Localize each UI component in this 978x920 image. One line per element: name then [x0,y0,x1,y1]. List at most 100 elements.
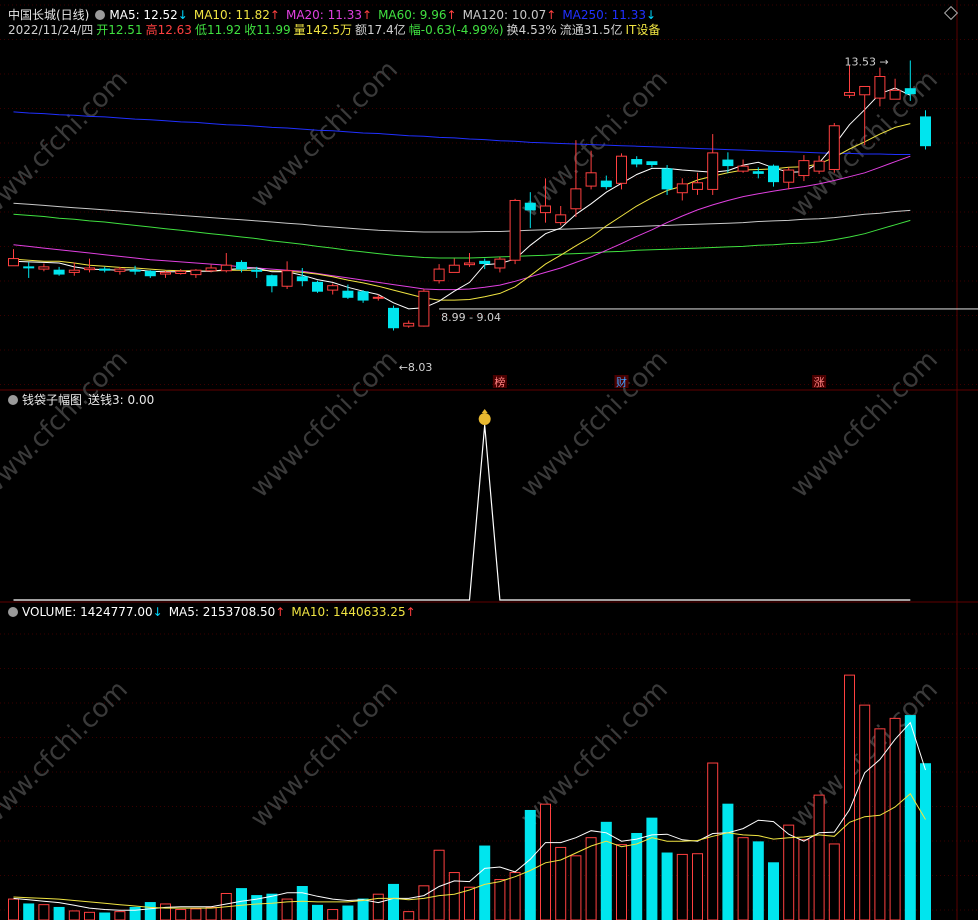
ma-item-5: MA250: 11.33↓ [562,8,656,22]
candle-body [509,199,521,261]
candle [600,175,612,190]
volume-bar [53,906,65,920]
candle-body [737,165,749,172]
stock-chart[interactable]: www.cfchi.com www.cfchi.com www.cfchi.com w… [0,0,978,920]
candle-body [813,160,825,172]
ma-item-label: MA250: 11.33 [562,8,646,22]
candle-body [281,270,293,287]
candle-body [570,188,582,210]
candle [692,172,703,195]
watermark-text: www.cfchi.com [0,345,134,504]
candle-body [205,267,217,272]
volume-bar [236,888,247,920]
candle [828,123,840,173]
indicator-toggle-icon[interactable] [8,395,18,405]
ma-item-1: MA10: 11.82↑ [194,8,280,22]
candle-body [798,160,810,177]
volume-bar [205,906,217,920]
info-item-8: 换4.53% [506,23,557,37]
info-item-4: 收11.99 [244,23,291,37]
volume-bar [889,717,901,920]
stock-name[interactable]: 中国长城(日线) [8,8,89,22]
volume-bar [84,911,95,920]
candle-body [175,270,187,275]
watermark-text: www.cfchi.com [515,345,674,504]
vol-item-1: MA5: 2153708.50↑ [169,605,286,619]
candle [433,264,445,284]
candle [205,264,217,273]
candle-body [327,285,339,291]
candle [479,258,491,270]
volume-bar [570,855,582,920]
watermark-text: www.cfchi.com [785,345,944,504]
candle-body [53,269,65,275]
candle-body [904,88,916,95]
indicator-name[interactable]: 钱袋子幅图 [22,393,82,407]
volume-bar [509,872,521,920]
candle [509,198,521,265]
candle [783,167,795,190]
vol-item-arrow-icon: ↑ [275,605,286,619]
candle [357,290,369,303]
candle [388,305,399,331]
volume-bar [813,794,825,920]
volume-bar [646,817,658,920]
high-price-label: 13.53 → [845,55,889,68]
candle [874,67,886,107]
volume-bar [342,905,354,920]
info-item-0: 2022/11/24/四 [8,23,94,37]
candle [38,263,50,272]
event-marker: 财 [614,375,629,389]
volume-toggle-icon[interactable] [8,607,18,617]
ma-item-arrow-icon: ↓ [177,8,188,22]
candle [646,161,658,168]
candle [555,206,567,226]
ma-toggle-icon[interactable] [95,10,106,20]
volume-bar [874,728,886,920]
volume-bar [312,904,323,920]
candle-body [220,264,232,272]
candle-body [266,275,278,287]
ma-item-label: MA5: 12.52 [109,8,178,22]
volume-bar [722,803,734,920]
candle [68,262,80,276]
volume-legend: VOLUME: 1424777.00↓ MA5: 2153708.50↑ MA10:… [22,605,422,619]
candle-body [479,260,491,265]
candle [494,256,506,273]
candle-body [464,262,475,266]
info-item-5: 量142.5万 [293,23,353,37]
candle-body [783,169,795,183]
volume-bar [175,909,187,920]
volume-bar [129,906,141,920]
volume-bar [23,903,35,920]
ma120-line [13,202,911,233]
watermark-text: www.cfchi.com [245,675,404,834]
candle [281,261,293,289]
info-item-1: 开12.51 [96,23,143,37]
candle [920,110,931,150]
info-item-7: 幅-0.63(-4.99%) [408,23,504,37]
candle [616,153,627,190]
candle-body [722,159,734,167]
volume-bar [859,704,871,920]
volume-bar [144,902,156,920]
indicator-header: 钱袋子幅图 送钱3: 0.00 [8,393,160,407]
candle-body [403,322,415,327]
candle [129,265,141,275]
volume-bar [616,844,627,920]
candle-body [160,271,171,275]
volume-bar [768,862,779,920]
volume-bar [600,821,612,920]
ma-item-arrow-icon: ↑ [362,8,373,22]
volume-bar [844,674,855,920]
volume-bar [296,886,308,920]
candle [327,283,339,295]
candle [372,294,384,301]
ma-item-label: MA10: 11.82 [193,8,270,22]
candle [312,280,323,293]
ma250-line [13,111,911,155]
candle-body [631,159,643,165]
volume-bar [737,837,749,920]
vol-item-label: MA5: 2153708.50 [168,605,276,619]
candle [631,156,643,168]
